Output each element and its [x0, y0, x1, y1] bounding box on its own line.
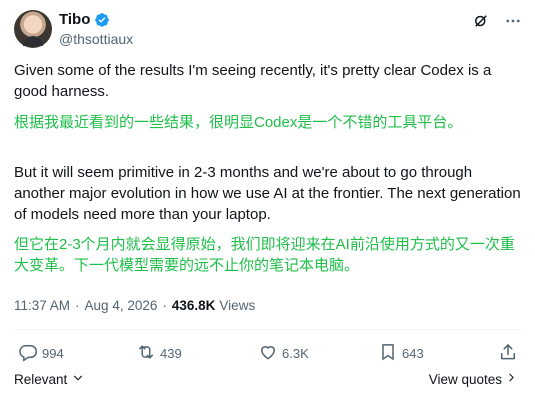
more-options-icon[interactable] — [504, 12, 522, 30]
author-handle[interactable]: @thsottiaux — [59, 31, 133, 48]
tweet-translation-zh-1: 根据我最近看到的一些结果，很明显Codex是一个不错的工具平台。 — [14, 114, 463, 131]
meta-separator: · — [162, 298, 167, 313]
like-count: 6.3K — [282, 346, 309, 361]
tweet-header: Tibo @thsottiaux — [14, 10, 522, 50]
like-button[interactable]: 6.3K — [258, 342, 309, 365]
tweet-paragraph-en-1: Given some of the results I'm seeing rec… — [14, 62, 492, 100]
repost-button[interactable]: 439 — [136, 342, 182, 365]
chevron-right-icon — [505, 371, 518, 387]
tweet-time[interactable]: 11:37 AM — [14, 298, 70, 313]
avatar[interactable] — [14, 10, 52, 48]
author-name-row: Tibo — [59, 11, 110, 29]
bookmark-count: 643 — [402, 346, 424, 361]
view-quotes-link[interactable]: View quotes — [429, 371, 518, 387]
views-count[interactable]: 436.8K — [172, 298, 216, 313]
bookmark-icon — [378, 342, 398, 365]
tweet-translation-zh-2: 但它在2-3个月内就会显得原始，我们即将迎来在AI前沿使用方式的又一次重大变革。… — [14, 236, 515, 274]
tweet-paragraph-en-2: But it will seem primitive in 2-3 months… — [14, 164, 521, 223]
author-display-name[interactable]: Tibo — [59, 11, 90, 29]
views-label: Views — [219, 298, 256, 313]
repost-icon — [136, 342, 156, 365]
heart-icon — [258, 342, 278, 365]
reply-button[interactable]: 994 — [18, 342, 64, 365]
reply-icon — [18, 342, 38, 365]
divider — [14, 329, 522, 330]
repost-count: 439 — [160, 346, 182, 361]
meta-separator: · — [75, 298, 80, 313]
share-button[interactable] — [498, 342, 518, 365]
replies-footer: Relevant View quotes — [14, 371, 522, 391]
chevron-down-icon — [71, 371, 85, 388]
bookmark-button[interactable]: 643 — [378, 342, 424, 365]
sort-label: Relevant — [14, 372, 68, 387]
reply-count: 994 — [42, 346, 64, 361]
tweet-actions: 994 439 6.3K 643 — [14, 342, 522, 364]
share-icon — [498, 342, 518, 365]
verified-badge-icon — [94, 12, 110, 28]
header-actions — [472, 12, 522, 30]
tweet-date[interactable]: Aug 4, 2026 — [85, 298, 158, 313]
view-quotes-label: View quotes — [428, 371, 502, 387]
reply-sort-dropdown[interactable]: Relevant — [14, 371, 85, 388]
grok-icon[interactable] — [472, 12, 490, 30]
tweet-meta: 11:37 AM · Aug 4, 2026 · 436.8K Views — [14, 298, 255, 313]
